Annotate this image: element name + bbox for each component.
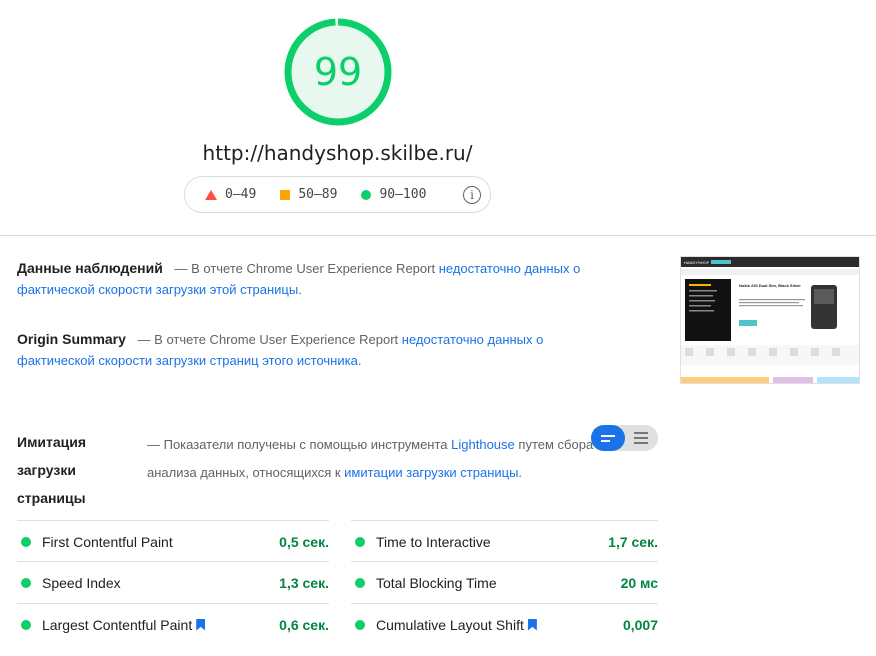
lines-icon: [601, 434, 615, 437]
bookmark-icon[interactable]: [196, 618, 206, 631]
metric-name: Time to Interactive: [376, 533, 491, 550]
origin-summary-section: Origin Summary — В отчете Chrome User Ex…: [17, 329, 607, 371]
metric-value: 0,6 сек.: [279, 616, 329, 633]
circle-green-icon: [355, 577, 365, 588]
metric-row: Time to Interactive 1,7 сек.: [351, 520, 658, 562]
metric-row: Cumulative Layout Shift 0,007: [351, 603, 658, 645]
circle-green-icon: [355, 536, 365, 547]
circle-green-icon: [21, 619, 31, 630]
metric-name-text: Largest Contentful Paint: [42, 616, 193, 633]
origin-summary-title: Origin Summary: [17, 331, 126, 347]
compact-view-button[interactable]: [591, 425, 625, 451]
punct: .: [518, 465, 523, 480]
thumbnail-product-title: Nokia 230 Dual Sim, Black Silver: [739, 283, 801, 288]
metric-name: First Contentful Paint: [42, 533, 173, 550]
metric-value: 20 мс: [620, 574, 658, 591]
lighthouse-link[interactable]: Lighthouse: [451, 437, 515, 452]
metric-row: Largest Contentful Paint 0,6 сек.: [17, 603, 329, 645]
metrics-view-toggle[interactable]: [591, 425, 658, 451]
metric-row: Total Blocking Time 20 мс: [351, 561, 658, 603]
expanded-view-button[interactable]: [624, 425, 658, 451]
legend-item-pass: 90–100: [361, 187, 426, 202]
lab-data-description: — Показатели получены с помощью инструме…: [147, 431, 595, 487]
divider: [0, 235, 876, 236]
circle-green-icon: [355, 619, 365, 630]
legend-item-fail: 0–49: [205, 187, 256, 202]
legend-label: 50–89: [298, 187, 338, 202]
bookmark-icon[interactable]: [527, 618, 537, 631]
field-data-text: — В отчете Chrome User Experience Report: [174, 261, 436, 276]
metric-name: Cumulative Layout Shift: [376, 617, 623, 633]
metric-name: Speed Index: [42, 574, 121, 591]
metric-row: First Contentful Paint 0,5 сек.: [17, 520, 329, 562]
field-data-title: Данные наблюдений: [17, 260, 163, 276]
legend-item-average: 50–89: [280, 187, 337, 202]
thumbnail-logo: HANDYSHOP: [684, 260, 710, 265]
page-url: http://handyshop.skilbe.ru/: [202, 141, 473, 165]
circle-green-icon: [21, 577, 31, 588]
metric-name-text: Cumulative Layout Shift: [376, 616, 524, 633]
score-legend: 0–49 50–89 90–100: [184, 176, 491, 213]
metric-value: 1,3 сек.: [279, 574, 329, 591]
field-data-section: Данные наблюдений — В отчете Chrome User…: [17, 258, 607, 300]
lab-simulation-link[interactable]: имитации загрузки страницы: [344, 465, 518, 480]
lab-text: — Показатели получены с помощью инструме…: [147, 437, 448, 452]
lab-data-title: Имитация загрузки страницы: [17, 434, 87, 506]
metric-value: 1,7 сек.: [608, 533, 658, 550]
metric-value: 0,007: [622, 616, 658, 633]
punct: .: [298, 282, 302, 297]
lines-icon: [634, 432, 648, 434]
square-orange-icon: [280, 189, 291, 200]
triangle-red-icon: [205, 189, 217, 200]
legend-label: 0–49: [225, 187, 257, 202]
info-icon[interactable]: i: [463, 186, 481, 204]
circle-green-icon: [21, 536, 31, 547]
punct: .: [357, 353, 362, 368]
circle-green-icon: [361, 189, 372, 200]
metric-name: Largest Contentful Paint: [42, 617, 279, 633]
metric-row: Speed Index 1,3 сек.: [17, 561, 329, 603]
origin-summary-text: — В отчете Chrome User Experience Report: [137, 332, 399, 347]
metric-name: Total Blocking Time: [376, 574, 497, 591]
legend-label: 90–100: [379, 187, 427, 202]
page-screenshot-thumbnail[interactable]: HANDYSHOP Nokia 230 Dual Sim, Black Silv…: [680, 256, 860, 384]
metric-value: 0,5 сек.: [279, 533, 329, 550]
performance-score: 99: [313, 50, 363, 94]
